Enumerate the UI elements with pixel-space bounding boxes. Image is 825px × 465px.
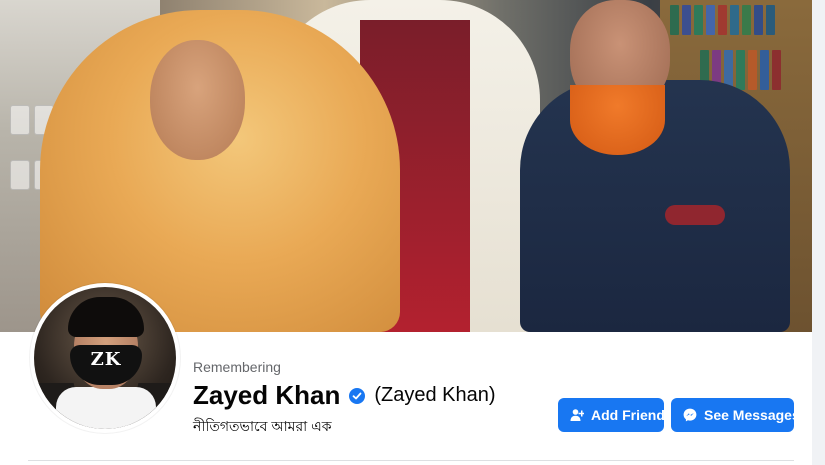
verified-badge-icon[interactable] bbox=[349, 387, 366, 404]
see-messages-button[interactable]: See Messages bbox=[671, 398, 800, 432]
mask-monogram: ZK bbox=[90, 349, 122, 370]
messenger-icon bbox=[683, 408, 697, 422]
profile-bio: নীতিগতভাবে আমরা এক bbox=[193, 418, 332, 434]
alternate-name: (Zayed Khan) bbox=[374, 384, 496, 406]
cover-photo[interactable] bbox=[0, 0, 812, 332]
see-messages-label: See Messages bbox=[704, 407, 800, 423]
header-divider bbox=[28, 460, 794, 461]
avatar[interactable]: ZK bbox=[34, 287, 176, 429]
add-user-icon bbox=[570, 408, 585, 422]
profile-page: ZK Remembering Zayed Khan (Zayed Khan) ন… bbox=[0, 0, 825, 465]
memorial-label: Remembering bbox=[193, 359, 281, 375]
add-friend-button[interactable]: Add Friend bbox=[558, 398, 665, 432]
jacket-logo bbox=[665, 205, 725, 225]
profile-name-row: Zayed Khan (Zayed Khan) bbox=[193, 380, 496, 411]
profile-name: Zayed Khan bbox=[193, 380, 341, 410]
add-friend-label: Add Friend bbox=[591, 407, 665, 423]
